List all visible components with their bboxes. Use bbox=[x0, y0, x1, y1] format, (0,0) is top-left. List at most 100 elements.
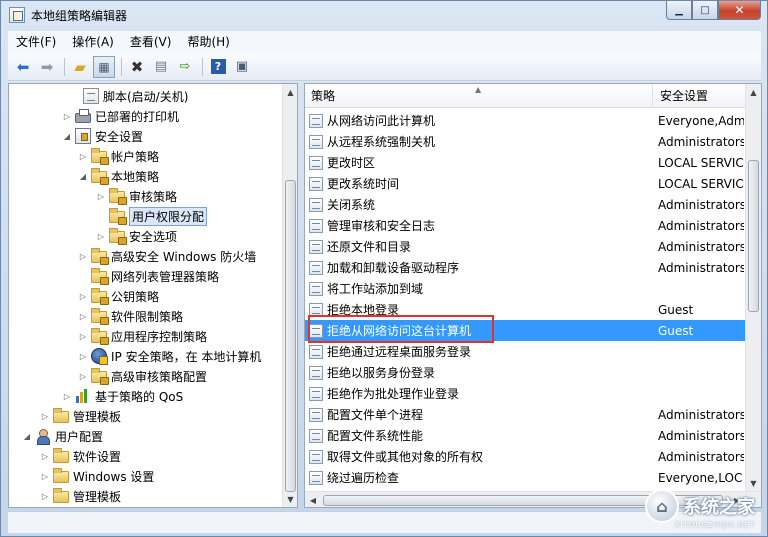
export-button[interactable]: ⇨ bbox=[174, 56, 196, 78]
menu-help[interactable]: 帮助(H) bbox=[179, 31, 237, 53]
tree-item[interactable]: ◢ 本地策略 bbox=[77, 166, 159, 186]
tree-item[interactable]: 网络列表管理器策略 bbox=[77, 266, 219, 286]
expand-arrow-icon[interactable]: ▷ bbox=[39, 412, 51, 421]
list-scroll-thumb[interactable] bbox=[748, 160, 759, 312]
security-setting-value: Administrators bbox=[658, 260, 744, 275]
help-icon: ? bbox=[210, 59, 226, 74]
maximize-button[interactable]: □ bbox=[692, 1, 718, 20]
tree-item[interactable]: 用户权限分配 bbox=[95, 206, 208, 226]
tree-item[interactable]: ◢ 用户配置 bbox=[21, 426, 103, 446]
tree-item[interactable]: ▷ 公钥策略 bbox=[77, 286, 159, 306]
menu-view[interactable]: 查看(V) bbox=[122, 31, 180, 53]
policy-list-pane[interactable]: ▲ 策略 安全设置 从网络访问此计算机 Everyone,Adm 从远程系统强制关机… bbox=[304, 83, 762, 508]
tree-item[interactable]: ▷ IP 安全策略，在 本地计算机 bbox=[77, 346, 261, 366]
tree-item[interactable]: ▷ 软件限制策略 bbox=[77, 306, 183, 326]
list-row[interactable]: 关闭系统 Administrators bbox=[305, 194, 745, 215]
app-icon bbox=[9, 7, 25, 23]
tree-pane[interactable]: 脚本(启动/关机) ▷ 已部署的打印机 ◢ 安全设置 ▷ 帐户策略 ◢ 本地策略 ▷ 审核策略 用户权… bbox=[8, 83, 298, 508]
expand-arrow-icon[interactable]: ▷ bbox=[77, 312, 89, 321]
list-row[interactable]: 还原文件和目录 Administrators bbox=[305, 236, 745, 257]
scroll-left-icon[interactable]: ◀ bbox=[305, 492, 321, 507]
expand-arrow-icon[interactable]: ▷ bbox=[61, 112, 73, 121]
tree-item-label: 帐户策略 bbox=[111, 149, 160, 164]
list-row[interactable]: 拒绝本地登录 Guest bbox=[305, 299, 745, 320]
scroll-up-icon[interactable]: ▲ bbox=[746, 84, 761, 100]
tree-item[interactable]: ▷ 帐户策略 bbox=[77, 146, 159, 166]
expand-arrow-icon[interactable]: ▷ bbox=[77, 292, 89, 301]
tree-item[interactable]: ▷ 管理模板 bbox=[39, 486, 121, 506]
list-row[interactable]: 配置文件系统性能 Administrators bbox=[305, 425, 745, 446]
expand-arrow-icon[interactable]: ▷ bbox=[95, 192, 107, 201]
tree-scroll-thumb[interactable] bbox=[285, 180, 296, 492]
expand-arrow-icon[interactable]: ▷ bbox=[77, 252, 89, 261]
tree-item[interactable]: ▷ 已部署的打印机 bbox=[61, 106, 179, 126]
expand-arrow-icon[interactable]: ▷ bbox=[95, 232, 107, 241]
tree-item[interactable]: ▷ 应用程序控制策略 bbox=[77, 326, 207, 346]
policy-icon bbox=[309, 323, 323, 338]
list-row[interactable]: 绕过遍历检查 Everyone,LOC bbox=[305, 467, 745, 488]
expand-arrow-icon[interactable]: ▷ bbox=[61, 392, 73, 401]
scroll-up-icon[interactable]: ▲ bbox=[283, 84, 297, 100]
list-row[interactable]: 更改时区 LOCAL SERVIC bbox=[305, 152, 745, 173]
policy-cell: 关闭系统 bbox=[309, 196, 649, 213]
menu-file[interactable]: 文件(F) bbox=[8, 31, 64, 53]
policy-cell: 从网络访问此计算机 bbox=[309, 112, 649, 129]
back-button[interactable]: ⬅ bbox=[12, 56, 34, 78]
show-tree-button[interactable]: ▦ bbox=[93, 55, 115, 78]
expand-arrow-icon[interactable]: ▷ bbox=[77, 372, 89, 381]
tree-item[interactable]: ◢ 安全设置 bbox=[61, 126, 143, 146]
delete-button[interactable]: ✖ bbox=[126, 56, 148, 78]
policy-icon bbox=[309, 239, 323, 254]
collapse-arrow-icon[interactable]: ◢ bbox=[61, 132, 73, 141]
tree-item[interactable]: ▷ 审核策略 bbox=[95, 186, 177, 206]
tree-item[interactable]: ▷ 安全选项 bbox=[95, 226, 177, 246]
view-button[interactable]: ▣ bbox=[231, 56, 253, 78]
tree-item[interactable]: ▷ 高级安全 Windows 防火墙 bbox=[77, 246, 256, 266]
forward-button[interactable]: ➡ bbox=[36, 56, 58, 78]
list-row[interactable]: 加载和卸载设备驱动程序 Administrators bbox=[305, 257, 745, 278]
list-row[interactable]: 配置文件单个进程 Administrators bbox=[305, 404, 745, 425]
tree-item[interactable]: 脚本(启动/关机) bbox=[69, 86, 188, 106]
scroll-down-icon[interactable]: ▼ bbox=[283, 491, 297, 507]
view-icon: ▣ bbox=[235, 59, 249, 74]
menu-action[interactable]: 操作(A) bbox=[64, 31, 122, 53]
security-icon bbox=[75, 128, 91, 144]
expand-arrow-icon[interactable]: ▷ bbox=[39, 472, 51, 481]
list-row[interactable]: 拒绝从网络访问这台计算机 Guest bbox=[305, 320, 745, 341]
list-row[interactable]: 管理审核和安全日志 Administrators bbox=[305, 215, 745, 236]
expand-arrow-icon[interactable]: ▷ bbox=[39, 452, 51, 461]
list-row[interactable]: 从网络访问此计算机 Everyone,Adm bbox=[305, 110, 745, 131]
column-header-policy[interactable]: ▲ 策略 bbox=[305, 84, 653, 108]
up-folder-button[interactable]: ▰ bbox=[69, 56, 91, 78]
list-row[interactable]: 从远程系统强制关机 Administrators bbox=[305, 131, 745, 152]
list-row[interactable]: 拒绝以服务身份登录 bbox=[305, 362, 745, 383]
list-row[interactable]: 拒绝作为批处理作业登录 bbox=[305, 383, 745, 404]
tree-item[interactable]: ▷ 管理模板 bbox=[39, 406, 121, 426]
collapse-arrow-icon[interactable]: ◢ bbox=[77, 172, 89, 181]
collapse-arrow-icon[interactable]: ◢ bbox=[21, 432, 33, 441]
column-header-setting[interactable]: 安全设置 bbox=[654, 84, 754, 108]
list-row[interactable]: 取得文件或其他对象的所有权 Administrators bbox=[305, 446, 745, 467]
expand-arrow-icon[interactable]: ▷ bbox=[77, 152, 89, 161]
help-button[interactable]: ? bbox=[207, 56, 229, 78]
properties-button[interactable]: ▤ bbox=[150, 56, 172, 78]
expand-arrow-icon[interactable]: ▷ bbox=[39, 492, 51, 501]
tree-item[interactable]: ▷ 软件设置 bbox=[39, 446, 121, 466]
tree-item[interactable]: ▷ 基于策略的 QoS bbox=[61, 386, 183, 406]
list-row[interactable]: 将工作站添加到域 bbox=[305, 278, 745, 299]
title-bar[interactable]: 本地组策略编辑器 ▁ □ ✕ bbox=[1, 1, 767, 29]
tree-item[interactable]: ▷ Windows 设置 bbox=[39, 466, 154, 486]
tree-vertical-scrollbar[interactable]: ▲ ▼ bbox=[282, 84, 297, 507]
close-button[interactable]: ✕ bbox=[718, 1, 761, 20]
list-row[interactable]: 更改系统时间 LOCAL SERVIC bbox=[305, 173, 745, 194]
list-vertical-scrollbar[interactable]: ▲ ▼ bbox=[745, 84, 761, 492]
expand-arrow-icon[interactable]: ▷ bbox=[77, 352, 89, 361]
policy-icon bbox=[309, 365, 323, 380]
policy-cell: 拒绝以服务身份登录 bbox=[309, 364, 649, 381]
list-row[interactable]: 拒绝通过远程桌面服务登录 bbox=[305, 341, 745, 362]
expand-arrow-icon[interactable]: ▷ bbox=[77, 332, 89, 341]
security-setting-value: LOCAL SERVIC bbox=[658, 155, 744, 170]
tree-item-label: 应用程序控制策略 bbox=[111, 329, 208, 344]
minimize-button[interactable]: ▁ bbox=[666, 1, 692, 20]
tree-item[interactable]: ▷ 高级审核策略配置 bbox=[77, 366, 207, 386]
